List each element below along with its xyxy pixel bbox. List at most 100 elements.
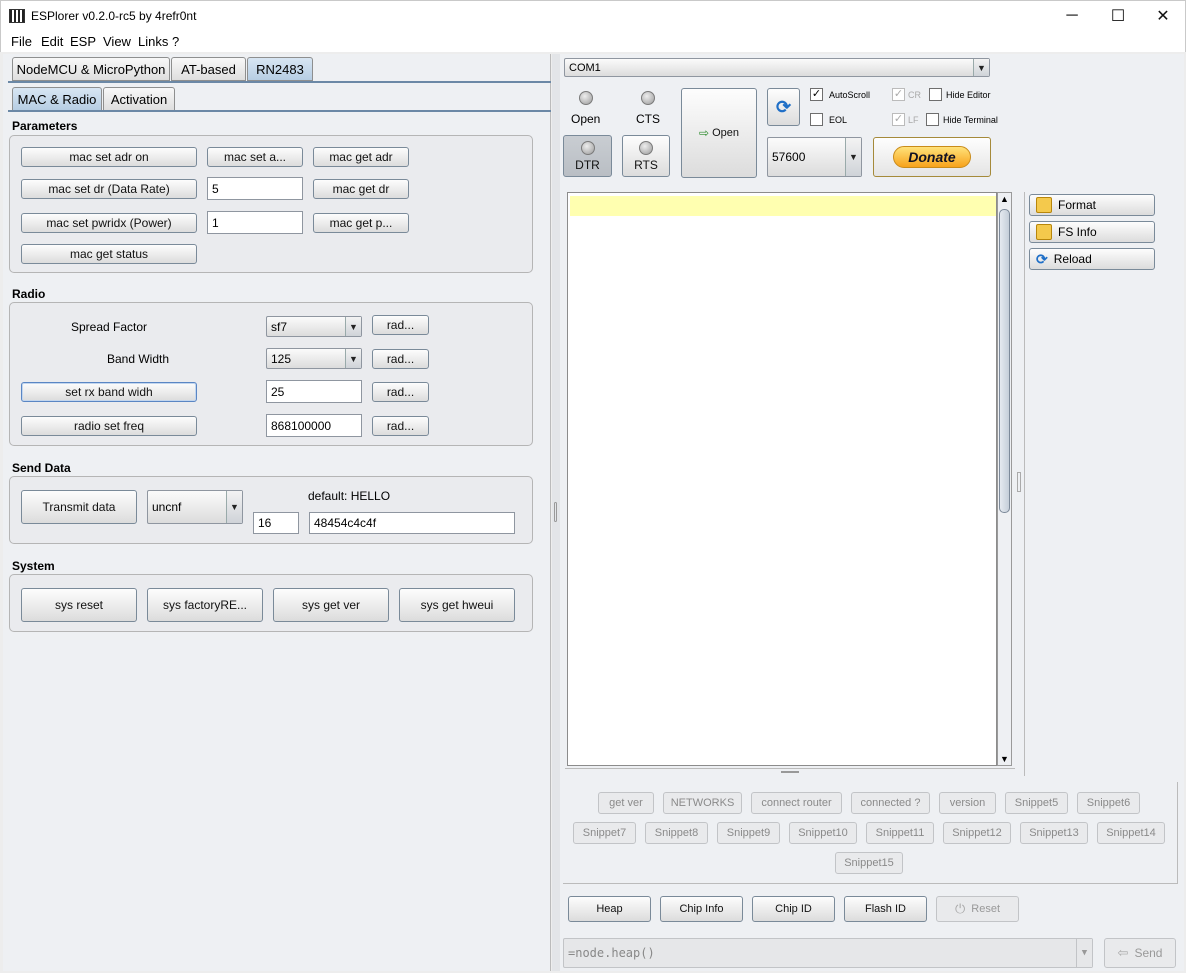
reload-label: Reload [1053,252,1092,266]
refresh-ports-button[interactable]: ⟳ [767,88,800,126]
hide-editor-checkbox[interactable] [929,88,942,101]
mac-set-a-button[interactable]: mac set a... [207,147,303,167]
donate-button[interactable]: Donate [873,137,991,177]
cr-checkbox[interactable]: ✓ [892,88,905,101]
band-width-select[interactable]: 125 ▼ [266,348,362,369]
send-data-title: Send Data [12,461,71,475]
terminal-area[interactable] [567,192,997,766]
tab-nodemcu[interactable]: NodeMCU & MicroPython [12,57,170,81]
dtr-led-icon [580,140,595,155]
menu-file[interactable]: File [11,34,32,49]
snippet-7[interactable]: Snippet7 [573,822,636,844]
port-field[interactable]: 16 [253,512,299,534]
minimize-button[interactable]: ─ [1049,1,1095,31]
transmit-data-button[interactable]: Transmit data [21,490,137,524]
mac-get-adr-button[interactable]: mac get adr [313,147,409,167]
maximize-button[interactable]: ☐ [1095,1,1141,31]
eol-checkbox[interactable] [810,113,823,126]
command-input[interactable]: =node.heap() ▼ [563,938,1093,968]
radio-set-freq-button[interactable]: radio set freq [21,416,197,436]
default-hello-label: default: HELLO [308,489,391,503]
menu-links[interactable]: Links ? [138,34,179,49]
tab-mac-radio[interactable]: MAC & Radio [12,87,102,111]
chip-id-button[interactable]: Chip ID [752,896,835,922]
chevron-down-icon: ▼ [345,317,361,336]
scroll-down-icon[interactable]: ▼ [1000,754,1009,764]
baud-rate-select[interactable]: 57600 ▼ [767,137,862,177]
sys-get-ver-button[interactable]: sys get ver [273,588,389,622]
radio-sf-button[interactable]: rad... [372,315,429,335]
mac-set-dr-button[interactable]: mac set dr (Data Rate) [21,179,197,199]
scroll-up-icon[interactable]: ▲ [1000,194,1009,204]
snippet-15[interactable]: Snippet15 [835,852,903,874]
snippet-connected[interactable]: connected ? [851,792,930,814]
open-port-label: Open [712,127,739,139]
tab-activation[interactable]: Activation [103,87,175,111]
close-button[interactable]: ✕ [1140,1,1186,31]
transmit-mode-select[interactable]: uncnf ▼ [147,490,243,524]
terminal-splitter-grip [781,771,799,773]
scroll-thumb[interactable] [999,209,1010,513]
snippet-9[interactable]: Snippet9 [717,822,780,844]
snippet-get-ver[interactable]: get ver [598,792,654,814]
mac-get-p-button[interactable]: mac get p... [313,213,409,233]
snippet-8[interactable]: Snippet8 [645,822,708,844]
snippet-13[interactable]: Snippet13 [1020,822,1088,844]
lf-checkbox[interactable]: ✓ [892,113,905,126]
mac-get-status-button[interactable]: mac get status [21,244,197,264]
current-line-highlight [570,196,996,216]
terminal-splitter[interactable] [565,768,1015,776]
rts-toggle[interactable]: RTS [622,135,670,177]
spread-factor-label: Spread Factor [71,320,148,334]
reset-button[interactable]: ⏻ Reset [936,896,1019,922]
window-title: ESPlorer v0.2.0-rc5 by 4refr0nt [31,9,197,23]
chip-info-button[interactable]: Chip Info [660,896,743,922]
sys-reset-button[interactable]: sys reset [21,588,137,622]
fs-divider [1024,192,1025,776]
sys-get-hweui-button[interactable]: sys get hweui [399,588,515,622]
autoscroll-checkbox[interactable]: ✓ [810,88,823,101]
snippet-6[interactable]: Snippet6 [1077,792,1140,814]
mac-get-dr-button[interactable]: mac get dr [313,179,409,199]
snippet-networks[interactable]: NETWORKS [663,792,742,814]
main-splitter[interactable] [552,54,560,971]
tab-at-based[interactable]: AT-based [171,57,246,81]
dtr-toggle[interactable]: DTR [563,135,612,177]
snippet-version[interactable]: version [939,792,996,814]
open-port-button[interactable]: ⇨ Open [681,88,757,178]
power-index-field[interactable]: 1 [207,211,303,234]
snippet-5[interactable]: Snippet5 [1005,792,1068,814]
fs-info-button[interactable]: FS Info [1029,221,1155,243]
heap-button[interactable]: Heap [568,896,651,922]
menu-edit[interactable]: Edit [41,34,63,49]
flash-id-button[interactable]: Flash ID [844,896,927,922]
set-rx-band-width-button[interactable]: set rx band widh [21,382,197,402]
radio-bw-button[interactable]: rad... [372,349,429,369]
snippet-connect-router[interactable]: connect router [751,792,842,814]
data-rate-field[interactable]: 5 [207,177,303,200]
spread-factor-select[interactable]: sf7 ▼ [266,316,362,337]
fs-splitter[interactable] [1015,192,1024,776]
radio-freq-button[interactable]: rad... [372,416,429,436]
sys-factory-reset-button[interactable]: sys factoryRE... [147,588,263,622]
radio-rxbw-button[interactable]: rad... [372,382,429,402]
snippet-11[interactable]: Snippet11 [866,822,934,844]
tab-rn2483[interactable]: RN2483 [247,57,313,81]
hide-terminal-checkbox[interactable] [926,113,939,126]
fs-splitter-grip [1017,472,1021,492]
snippet-10[interactable]: Snippet10 [789,822,857,844]
port-select[interactable]: COM1 ▼ [564,58,990,77]
menu-esp[interactable]: ESP [70,34,96,49]
send-button[interactable]: ⇦ Send [1104,938,1176,968]
snippet-12[interactable]: Snippet12 [943,822,1011,844]
format-button[interactable]: Format [1029,194,1155,216]
snippet-14[interactable]: Snippet14 [1097,822,1165,844]
terminal-scrollbar[interactable]: ▲ ▼ [997,192,1012,766]
mac-set-adr-button[interactable]: mac set adr on [21,147,197,167]
mac-set-pwridx-button[interactable]: mac set pwridx (Power) [21,213,197,233]
frequency-field[interactable]: 868100000 [266,414,362,437]
reload-button[interactable]: ⟳ Reload [1029,248,1155,270]
menu-view[interactable]: View [103,34,131,49]
payload-field[interactable]: 48454c4c4f [309,512,515,534]
rx-band-width-field[interactable]: 25 [266,380,362,403]
